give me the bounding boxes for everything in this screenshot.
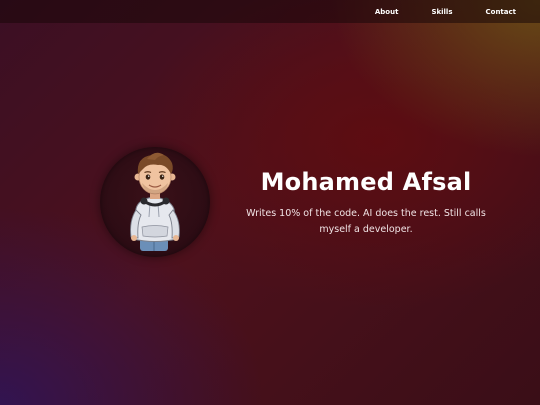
hero-name: Mohamed Afsal [260, 168, 472, 196]
nav-link-about[interactable]: About [375, 8, 399, 16]
nav-link-skills[interactable]: Skills [431, 8, 452, 16]
top-navbar: About Skills Contact [0, 0, 540, 23]
hero-section: Mohamed Afsal Writes 10% of the code. AI… [246, 168, 486, 238]
avatar [100, 147, 210, 257]
developer-avatar-illustration [130, 152, 180, 251]
hero-tagline: Writes 10% of the code. AI does the rest… [246, 208, 486, 235]
nav-link-contact[interactable]: Contact [486, 8, 517, 16]
